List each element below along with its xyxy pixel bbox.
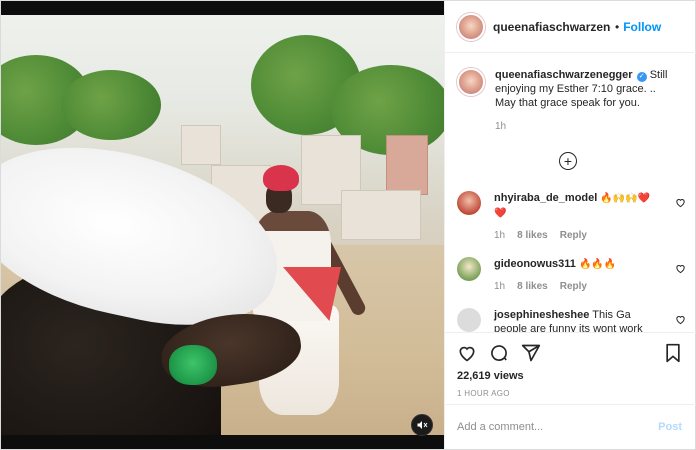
reply-button[interactable]: Reply [560,280,587,294]
caption: queenafiaschwarzenegger ✓ Still enjoying… [457,68,687,134]
follow-button[interactable]: Follow [623,20,661,34]
comment-username[interactable]: nhyiraba_de_model [494,192,597,204]
add-comment-bar: Post [445,404,696,449]
post-actions: 22,619 views 1 HOUR AGO [445,332,696,402]
post-comment-button[interactable]: Post [658,421,682,433]
like-heart-icon[interactable] [457,343,477,363]
like-comment-heart-icon[interactable] [675,195,687,208]
views-count[interactable]: 22,619 views [457,370,524,382]
comment-meta: 1h 8 likes Reply [494,280,654,294]
avatar[interactable] [457,191,481,215]
header-username[interactable]: queenafiaschwarzeneg [493,20,611,34]
load-more-comments-icon[interactable]: + [559,152,577,170]
comments-section[interactable]: queenafiaschwarzenegger ✓ Still enjoying… [445,54,696,332]
green-bottle [169,345,217,385]
like-comment-heart-icon[interactable] [675,261,687,274]
comment-bubble-icon[interactable] [489,343,509,363]
separator-dot: • [615,19,620,34]
action-icons [457,343,541,363]
caption-body: queenafiaschwarzenegger ✓ Still enjoying… [495,68,679,134]
bookmark-icon[interactable] [664,343,682,363]
comment-body: josephinesheshee This Ga people are funn… [494,308,654,332]
like-comment-heart-icon[interactable] [675,312,687,325]
avatar[interactable] [457,68,485,96]
video-frame [1,15,444,435]
comment-username[interactable]: josephinesheshee [494,309,589,321]
avatar[interactable] [457,308,481,332]
tombstone [341,190,421,240]
avatar[interactable] [457,257,481,281]
comment-item: gideonowus311 🔥🔥🔥 1h 8 likes Reply [457,257,687,294]
comment-username[interactable]: gideonowus311 [494,258,576,270]
tombstone [386,135,428,195]
instagram-post: queenafiaschwarzeneg • Follow queenafias… [0,0,696,450]
comment-body: nhyiraba_de_model 🔥🙌🙌❤️ ❤️ 1h 8 likes Re… [494,191,654,243]
tombstone [181,125,221,165]
post-header: queenafiaschwarzeneg • Follow [445,1,696,53]
share-paper-plane-icon[interactable] [521,343,541,363]
caption-time: 1h [495,121,507,132]
post-side-panel: queenafiaschwarzeneg • Follow queenafias… [444,1,696,449]
caption-username[interactable]: queenafiaschwarzenegger [495,69,633,81]
figure-headwrap [263,165,299,191]
speaker-muted-icon[interactable] [411,414,433,436]
avatar[interactable] [457,12,485,41]
comment-item: nhyiraba_de_model 🔥🙌🙌❤️ ❤️ 1h 8 likes Re… [457,191,687,243]
comment-meta: 1h 8 likes Reply [494,229,654,243]
comment-item: josephinesheshee This Ga people are funn… [457,308,687,332]
comment-input[interactable] [457,417,647,437]
video-player[interactable] [1,1,444,449]
comment-time: 1h [494,281,506,292]
comment-text: 🔥🔥🔥 [578,259,617,270]
comment-body: gideonowus311 🔥🔥🔥 1h 8 likes Reply [494,257,654,294]
comment-likes[interactable]: 8 likes [517,280,548,294]
comment-time: 1h [494,230,506,241]
tree [61,70,161,140]
verified-badge-icon: ✓ [636,72,647,82]
reply-button[interactable]: Reply [560,229,587,243]
post-timestamp[interactable]: 1 HOUR AGO [457,389,510,398]
comment-likes[interactable]: 8 likes [517,229,548,243]
